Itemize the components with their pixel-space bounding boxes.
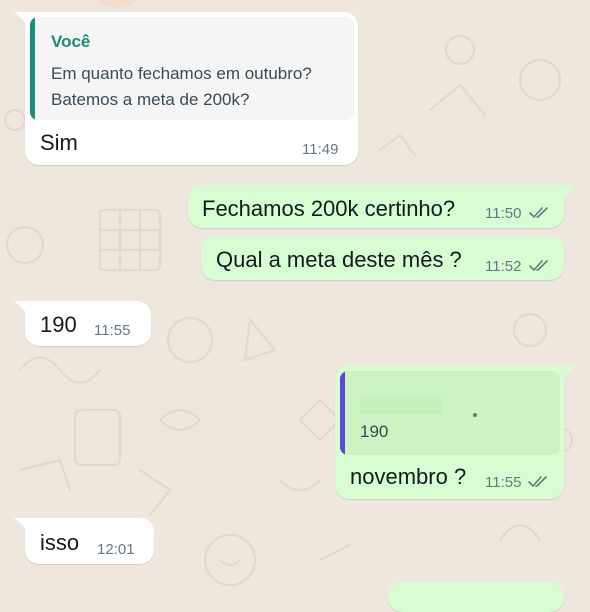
message-bubble-outgoing[interactable]	[388, 582, 564, 612]
quote-sender-name: Você	[51, 32, 91, 51]
message-time: 11:52	[485, 258, 522, 275]
message-time: 11:55	[485, 474, 522, 491]
quote-text-line: Batemos a meta de 200k?	[51, 90, 250, 109]
message-text: isso	[40, 530, 80, 555]
message-text: Sim	[40, 130, 78, 155]
bubble-tail	[563, 365, 577, 379]
read-ticks-icon	[528, 476, 547, 488]
bubble-tail	[14, 518, 28, 532]
message-bubble-outgoing[interactable]: Fechamos 200k certinho? 11:50	[188, 185, 564, 228]
quote-text-line: 190	[360, 422, 389, 441]
bubble-tail	[14, 12, 28, 26]
read-ticks-icon	[529, 260, 548, 272]
message-text: Qual a meta deste mês ?	[216, 247, 462, 272]
message-bubble-incoming[interactable]: Você Em quanto fechamos em outubro? Bate…	[25, 12, 358, 165]
message-time: 11:49	[302, 141, 339, 158]
message-bubble-incoming[interactable]: isso 12:01	[25, 518, 154, 564]
message-time: 11:55	[94, 322, 131, 339]
quote-accent-bar	[30, 17, 35, 120]
quote-accent-bar	[340, 371, 345, 455]
bubble-tail	[14, 301, 28, 315]
message-text: novembro ?	[350, 464, 467, 489]
message-bubble-outgoing[interactable]: Qual a meta deste mês ? 11:52	[201, 236, 564, 280]
bubble-tail	[563, 185, 577, 199]
message-text: 190	[40, 312, 77, 337]
quoted-message[interactable]: Você Em quanto fechamos em outubro? Bate…	[30, 17, 354, 120]
quote-text-line: Em quanto fechamos em outubro?	[51, 64, 312, 83]
message-bubble-outgoing[interactable]: 190 novembro ? 11:55	[335, 365, 564, 499]
message-time: 11:50	[485, 205, 522, 222]
quoted-message[interactable]: 190	[340, 371, 560, 455]
message-time: 12:01	[97, 541, 135, 558]
quote-dot	[473, 413, 477, 417]
quote-sender-redacted	[360, 396, 442, 414]
message-text: Fechamos 200k certinho?	[202, 196, 456, 221]
read-ticks-icon	[529, 207, 548, 219]
message-bubble-incoming[interactable]: 190 11:55	[25, 301, 151, 346]
